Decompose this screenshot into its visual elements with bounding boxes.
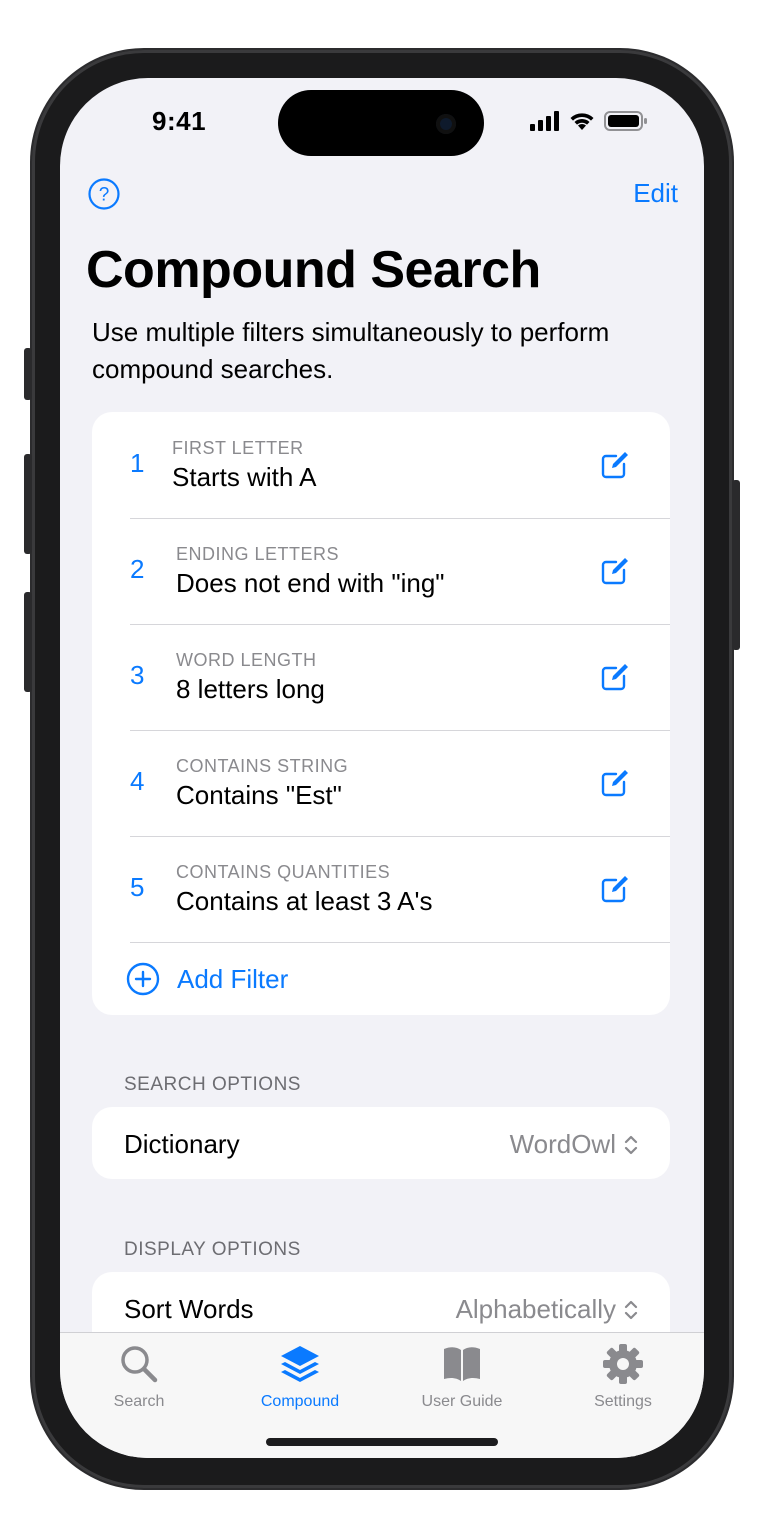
edit-filter-icon[interactable] [600, 874, 630, 904]
tab-label: User Guide [421, 1393, 503, 1410]
filters-card: 1 FIRST LETTER Starts with A 2 ENDING LE… [92, 412, 670, 1015]
status-icons [530, 110, 648, 132]
book-icon [444, 1347, 480, 1381]
filter-value: Contains "Est" [176, 780, 342, 810]
power-button [732, 480, 740, 650]
filter-value: Starts with A [172, 462, 317, 492]
filter-caption: CONTAINS QUANTITIES [176, 862, 391, 882]
screen: 9:41 ? Edit Compound Search Use multiple… [60, 78, 704, 1458]
filter-caption: WORD LENGTH [176, 650, 317, 670]
plus-circle-icon [126, 962, 160, 996]
magnifier-icon [121, 1346, 158, 1383]
tab-user-guide[interactable]: User Guide [402, 1343, 522, 1411]
chevron-up-down-icon [624, 1135, 638, 1154]
edit-filter-icon[interactable] [600, 768, 630, 798]
filter-number: 2 [130, 554, 145, 584]
svg-text:?: ? [99, 185, 110, 206]
tab-label: Settings [594, 1393, 652, 1410]
wifi-icon [570, 113, 594, 130]
tab-compound[interactable]: Compound [240, 1343, 360, 1411]
filter-row[interactable]: 4 CONTAINS STRING Contains "Est" [92, 730, 670, 836]
dictionary-picker[interactable]: WordOwl [510, 1129, 638, 1160]
battery-icon [604, 111, 647, 131]
home-indicator[interactable] [266, 1438, 498, 1446]
signal-icon [530, 111, 559, 131]
action-button [24, 348, 32, 400]
section-header: SEARCH OPTIONS [124, 1074, 301, 1095]
edit-filter-icon[interactable] [600, 556, 630, 586]
volume-up-button [24, 454, 32, 554]
divider [130, 942, 670, 943]
add-filter-button[interactable]: Add Filter [126, 960, 426, 1000]
filter-value: 8 letters long [176, 674, 325, 704]
filter-row[interactable]: 1 FIRST LETTER Starts with A [92, 412, 670, 518]
tab-label: Compound [260, 1393, 340, 1410]
filter-caption: CONTAINS STRING [176, 756, 349, 776]
sort-value: Alphabetically [455, 1294, 616, 1324]
sort-picker[interactable]: Alphabetically [456, 1294, 638, 1325]
filter-number: 1 [130, 448, 145, 478]
filter-row[interactable]: 2 ENDING LETTERS Does not end with "ing" [92, 518, 670, 624]
edit-filter-icon[interactable] [600, 450, 630, 480]
gear-icon [603, 1344, 643, 1384]
edit-button[interactable]: Edit [633, 178, 678, 209]
filter-caption: FIRST LETTER [172, 438, 304, 458]
dictionary-label: Dictionary [124, 1129, 240, 1159]
section-header: DISPLAY OPTIONS [124, 1239, 301, 1260]
dictionary-value: WordOwl [509, 1129, 616, 1159]
tab-label: Search [113, 1393, 165, 1410]
filter-row[interactable]: 3 WORD LENGTH 8 letters long [92, 624, 670, 730]
tab-search[interactable]: Search [79, 1343, 199, 1411]
filter-value: Does not end with "ing" [176, 568, 445, 598]
layers-icon [281, 1346, 319, 1382]
chevron-up-down-icon [624, 1300, 638, 1319]
camera-icon [436, 114, 456, 134]
filter-number: 3 [130, 660, 145, 690]
filter-row[interactable]: 5 CONTAINS QUANTITIES Contains at least … [92, 836, 670, 942]
dynamic-island [278, 90, 484, 156]
filter-caption: ENDING LETTERS [176, 544, 340, 564]
volume-down-button [24, 592, 32, 692]
filter-value: Contains at least 3 A's [176, 886, 433, 916]
help-icon[interactable]: ? [88, 178, 120, 210]
edit-filter-icon[interactable] [600, 662, 630, 692]
filter-number: 5 [130, 872, 145, 902]
sort-label: Sort Words [124, 1294, 254, 1324]
filter-number: 4 [130, 766, 145, 796]
page-title: Compound Search [86, 241, 541, 299]
tab-settings[interactable]: Settings [563, 1343, 683, 1411]
dictionary-row[interactable]: Dictionary WordOwl [92, 1107, 670, 1179]
status-time: 9:41 [152, 106, 207, 136]
page-description: Use multiple filters simultaneously to p… [92, 317, 610, 384]
add-filter-label: Add Filter [177, 964, 289, 994]
